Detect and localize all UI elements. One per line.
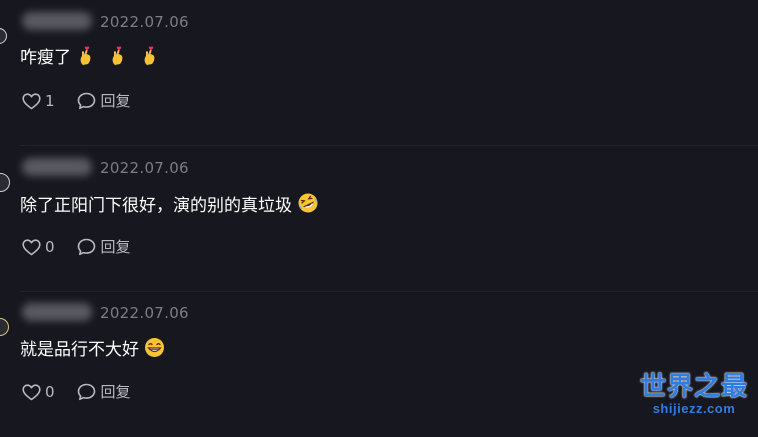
- comment-text-content: 就是品行不大好: [20, 340, 139, 360]
- finger-heart-emoji-icon: [142, 46, 158, 73]
- like-count: 0: [45, 383, 55, 401]
- heart-icon: [22, 238, 41, 256]
- watermark-title: 世界之最: [639, 372, 748, 402]
- comment-text-content: 除了正阳门下很好，演的别的真垃圾: [20, 196, 292, 216]
- avatar[interactable]: [0, 173, 10, 192]
- comment-text: 除了正阳门下很好，演的别的真垃圾: [20, 192, 319, 221]
- rolling-laughing-emoji-icon: [297, 192, 319, 221]
- reply-label: 回复: [100, 238, 131, 256]
- heart-icon: [22, 92, 41, 110]
- comment-actions: 1 回复: [22, 91, 131, 111]
- comment-date: 2022.07.06: [100, 159, 189, 177]
- like-button[interactable]: 0: [22, 382, 55, 402]
- comment-actions: 0 回复: [22, 382, 131, 402]
- finger-heart-emoji-icon: [78, 46, 94, 73]
- watermark-url: shijiezz.com: [652, 401, 736, 416]
- comment-actions: 0 回复: [22, 237, 131, 257]
- heart-icon: [22, 383, 41, 401]
- speech-bubble-icon: [77, 92, 96, 110]
- comment-text: 就是品行不大好: [20, 337, 165, 365]
- reply-label: 回复: [100, 383, 131, 401]
- like-button[interactable]: 1: [22, 91, 55, 111]
- reply-button[interactable]: 回复: [77, 237, 131, 257]
- reply-button[interactable]: 回复: [77, 91, 131, 111]
- comment-date: 2022.07.06: [100, 304, 189, 322]
- speech-bubble-icon: [77, 383, 96, 401]
- avatar[interactable]: [0, 28, 7, 44]
- reply-label: 回复: [100, 92, 131, 110]
- finger-heart-emoji-icon: [110, 46, 126, 73]
- grinning-emoji-icon: [144, 337, 165, 365]
- username-blurred[interactable]: [22, 303, 92, 321]
- like-button[interactable]: 0: [22, 237, 55, 257]
- comment-text: 咋瘦了: [20, 46, 158, 73]
- username-blurred[interactable]: [22, 12, 92, 30]
- comment-text-content: 咋瘦了: [20, 48, 71, 68]
- reply-button[interactable]: 回复: [77, 382, 131, 402]
- like-count: 0: [45, 238, 55, 256]
- comment-item: 2022.07.06 咋瘦了 1 回复: [0, 0, 758, 146]
- site-watermark: 世界之最 shijiezz.com: [640, 372, 748, 416]
- username-blurred[interactable]: [22, 158, 92, 176]
- comment-item: 2022.07.06 除了正阳门下很好，演的别的真垃圾 0 回复: [0, 146, 758, 292]
- avatar[interactable]: [0, 318, 9, 336]
- comment-date: 2022.07.06: [100, 13, 189, 31]
- speech-bubble-icon: [77, 238, 96, 256]
- like-count: 1: [45, 92, 55, 110]
